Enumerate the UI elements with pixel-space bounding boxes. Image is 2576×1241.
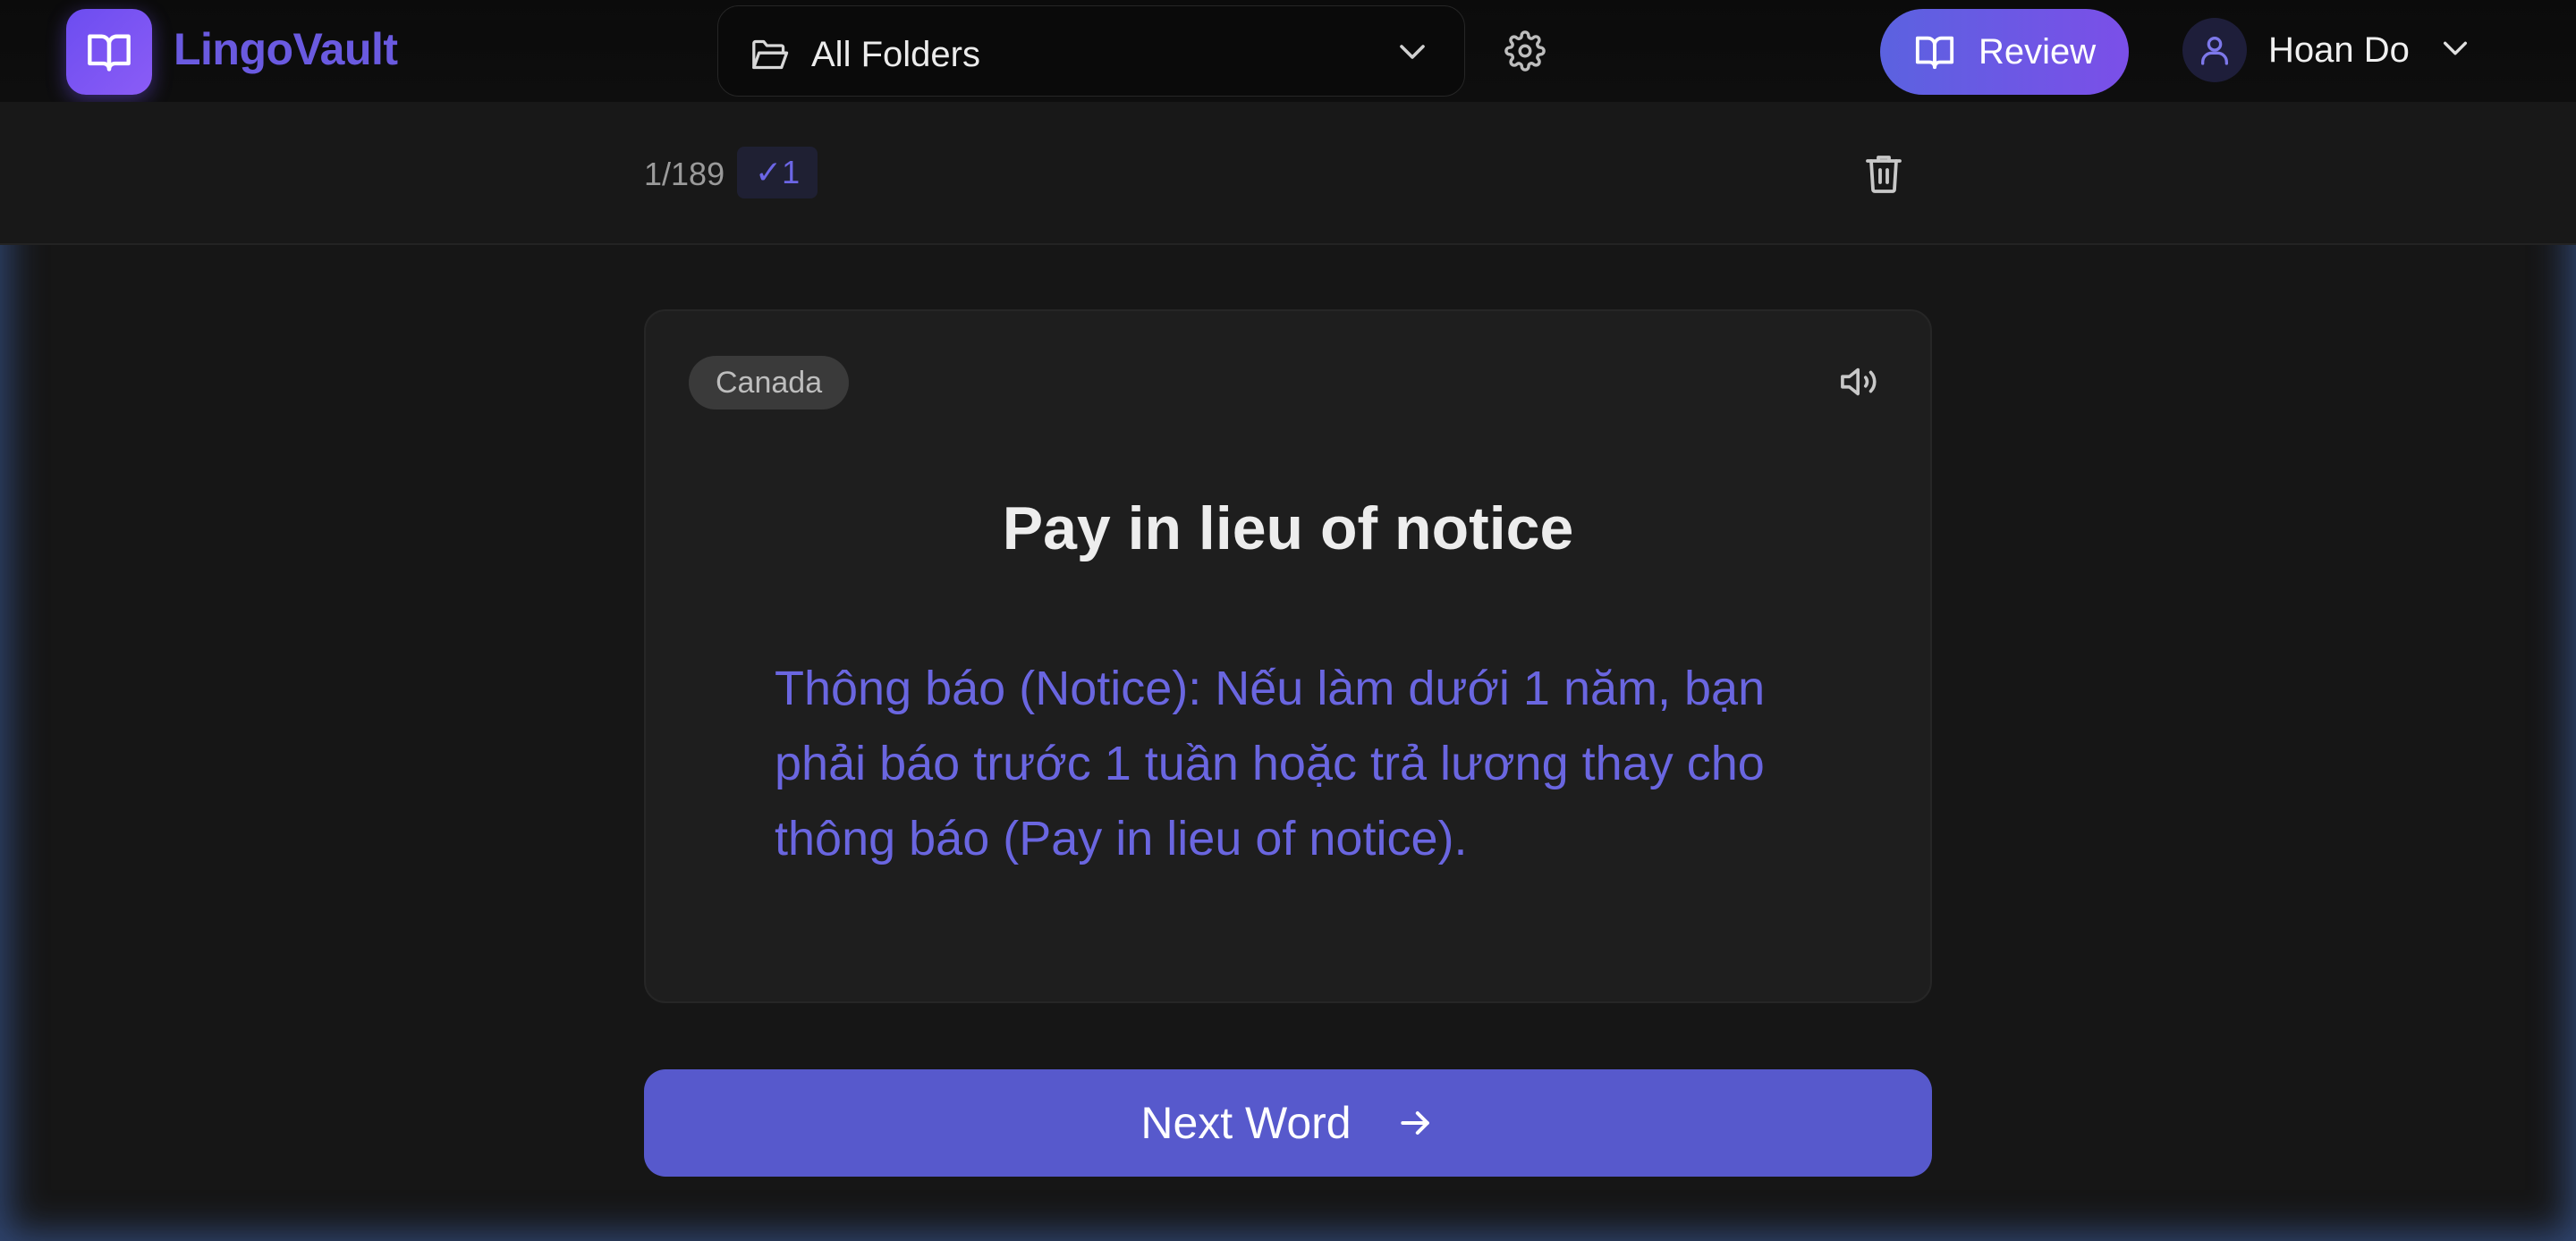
folder-select-value: All Folders [811,35,980,74]
chevron-down-icon[interactable] [2440,38,2470,59]
logo-badge[interactable] [66,9,152,95]
next-word-label: Next Word [1140,1098,1352,1148]
next-word-button[interactable]: Next Word [644,1069,1932,1177]
top-navbar: LingoVault All Folders Review Hoan Do [0,0,2576,103]
app-window: LingoVault All Folders Review Hoan Do 1/… [0,0,2576,1241]
known-count-badge: ✓1 [737,147,818,198]
progress-bar-row: 1/189 ✓1 [0,102,2576,245]
app-name[interactable]: LingoVault [174,23,398,75]
chevron-down-icon [1400,45,1425,59]
card-definition: Thông báo (Notice): Nếu làm dưới 1 năm, … [775,662,1766,865]
book-open-icon [88,34,131,72]
folder-open-icon [752,39,789,70]
user-name[interactable]: Hoan Do [2268,30,2410,71]
folder-tag: Canada [689,356,850,409]
review-button[interactable]: Review [1880,9,2129,95]
speaker-icon[interactable] [1839,361,1884,402]
word-counter: 1/189 [644,156,725,192]
book-open-icon [1915,36,1954,70]
review-button-label: Review [1979,31,2097,72]
flashcard[interactable]: Canada Pay in lieu of notice Thông báo (… [644,309,1932,1003]
user-icon [2201,37,2228,65]
card-term: Pay in lieu of notice [1002,494,1574,562]
arrow-right-icon [1400,1110,1429,1135]
gear-icon[interactable] [1504,30,1546,72]
trash-icon[interactable] [1864,152,1903,195]
avatar[interactable] [2182,18,2247,82]
folder-select[interactable]: All Folders [717,5,1465,97]
